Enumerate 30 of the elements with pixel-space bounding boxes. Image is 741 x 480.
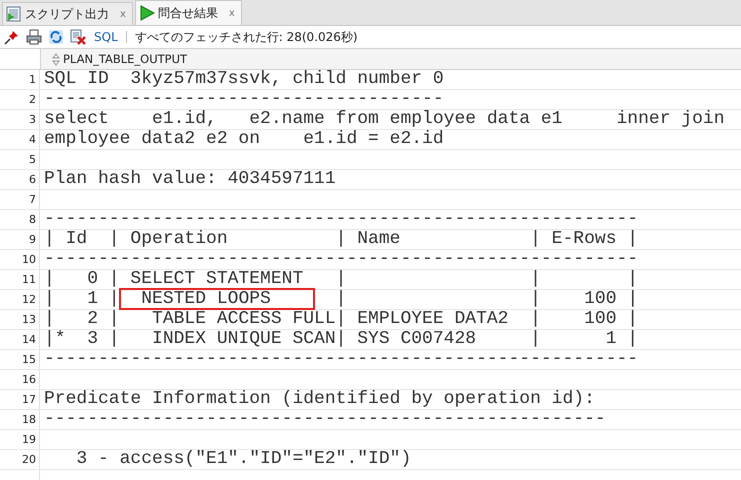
output-line: 3 - access("E1"."ID"="E2"."ID") xyxy=(75,449,412,469)
output-line: SQL ID 3kyz57m37ssvk, child number 0 xyxy=(44,69,444,89)
delete-icon[interactable] xyxy=(70,29,86,45)
output-line: Plan hash value: 4034597111 xyxy=(44,169,336,189)
close-icon[interactable]: x xyxy=(120,8,126,20)
output-line: employee data2 e2 on e1.id = e2.id xyxy=(44,129,444,149)
document-icon xyxy=(6,6,22,22)
close-icon[interactable]: x xyxy=(228,8,235,18)
refresh-icon[interactable] xyxy=(48,29,64,45)
column-header[interactable]: PLAN_TABLE_OUTPUT xyxy=(40,49,741,69)
play-icon xyxy=(138,5,155,21)
fetch-status: すべてのフェッチされた行: 28(0.026秒) xyxy=(134,28,358,46)
output-line: select e1.id, e2.name from employee data e1 inner join xyxy=(44,109,725,129)
result-tab[interactable]: スクリプト出力 x xyxy=(2,2,133,25)
output-line: | Id | Operation | Name | E-Rows | xyxy=(44,229,638,249)
output-line: | 0 | SELECT STATEMENT | | | xyxy=(44,269,638,289)
pin-icon[interactable] xyxy=(4,29,20,45)
printer-icon[interactable] xyxy=(26,29,42,45)
output-line: ---------------------------------------------------- xyxy=(44,409,606,429)
sort-icon xyxy=(52,52,60,66)
output-line: ------------------------------------------------------- xyxy=(44,349,638,369)
output-line: ------------------------------------- xyxy=(44,89,444,109)
output-line: |* 3 | INDEX UNIQUE SCAN| SYS C007428 | 1 | xyxy=(44,329,638,349)
result-tab[interactable]: 問合せ結果 x xyxy=(134,0,242,25)
output-line: | 1 | NESTED LOOPS | | 100 | xyxy=(44,289,638,309)
output-line: | 2 | TABLE ACCESS FULL| EMPLOYEE DATA2 | 100 | xyxy=(44,309,638,329)
output-line: ------------------------------------------------------- xyxy=(44,209,638,229)
sql-link[interactable]: SQL xyxy=(94,30,118,44)
output-line: Predicate Information (identified by operation id): xyxy=(44,389,595,409)
output-line: ------------------------------------------------------- xyxy=(44,249,638,269)
